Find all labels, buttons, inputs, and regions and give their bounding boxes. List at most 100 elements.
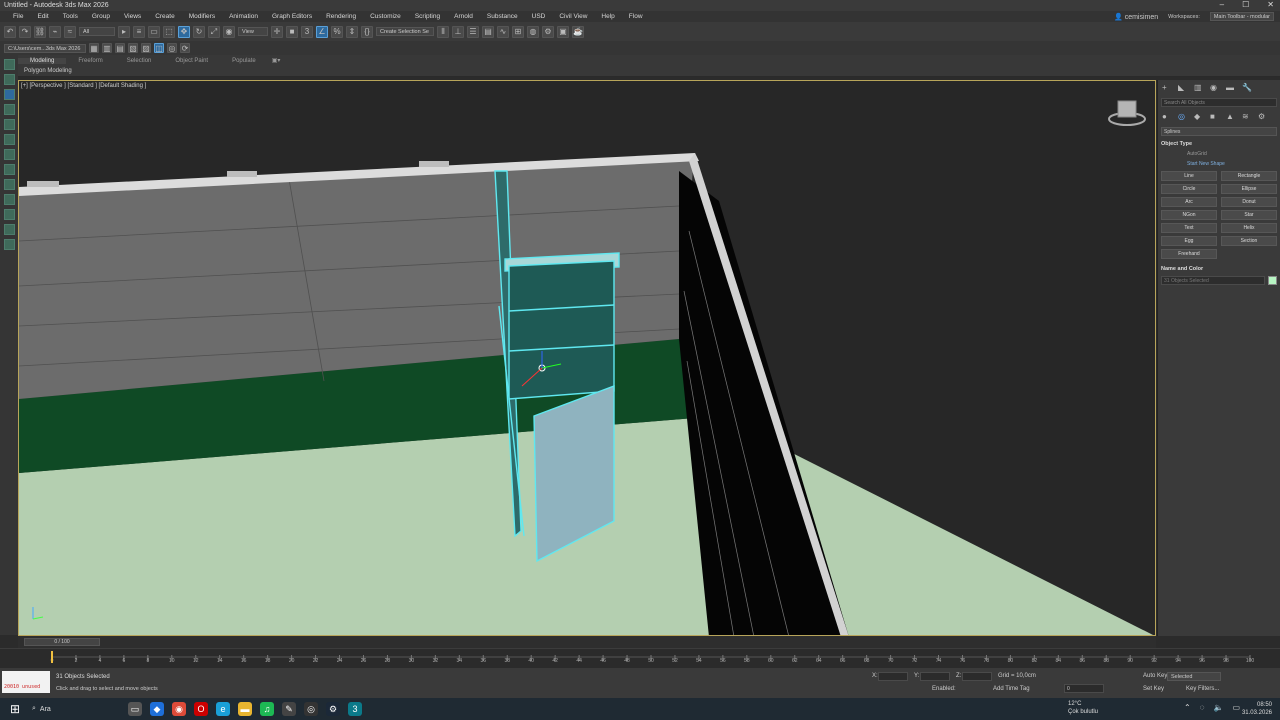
sync-icon[interactable]: ⟳ [180, 43, 190, 53]
autogrid-checkbox[interactable]: AutoGrid [1161, 149, 1277, 159]
snaps-toggle-icon[interactable]: 3 [301, 25, 313, 38]
app-3d-icon[interactable]: ◆ [150, 702, 164, 716]
percent-snap-icon[interactable]: % [331, 25, 343, 38]
layer-explorer-icon[interactable]: ☰ [467, 25, 479, 38]
rect-selection-icon[interactable]: ▭ [148, 25, 160, 38]
menu-edit[interactable]: Edit [30, 13, 55, 20]
menu-views[interactable]: Views [117, 13, 148, 20]
unreal-icon[interactable]: ◎ [304, 702, 318, 716]
material-editor-icon[interactable]: ◍ [527, 25, 539, 38]
category-dropdown[interactable]: Splines [1161, 127, 1277, 136]
time-slider[interactable]: 0 / 100 [18, 636, 1156, 648]
spinner-snap-icon[interactable]: ⇕ [346, 25, 358, 38]
menu-substance[interactable]: Substance [480, 13, 525, 20]
rectangle-button[interactable]: Rectangle [1221, 171, 1277, 181]
motion-tab-icon[interactable]: ◉ [1210, 84, 1218, 92]
utilities-icon[interactable] [3, 134, 15, 145]
shapes-icon[interactable] [3, 164, 15, 175]
render-teapot-icon[interactable]: ☕ [572, 25, 584, 38]
egg-button[interactable]: Egg [1161, 236, 1217, 246]
menu-graph-editors[interactable]: Graph Editors [265, 13, 319, 20]
unlink-icon[interactable]: ⌁ [49, 25, 61, 38]
key-filters-button[interactable]: Key Filters... [1186, 686, 1219, 692]
add-time-tag[interactable]: Add Time Tag [993, 686, 1030, 692]
menu-customize[interactable]: Customize [363, 13, 408, 20]
cameras-category-icon[interactable]: ■ [1210, 113, 1218, 121]
ribbon-panel-title[interactable]: Polygon Modeling [18, 66, 1280, 77]
weather-widget[interactable]: 12°C Çok bulutlu [1068, 700, 1098, 716]
auto-key-button[interactable]: Auto Key [1143, 673, 1167, 679]
chrome-icon[interactable]: ◉ [172, 702, 186, 716]
pivot-center-icon[interactable]: ✛ [271, 25, 283, 38]
tray-chevron-icon[interactable]: ⌃ [1184, 703, 1191, 712]
save-file-icon[interactable]: ▤ [115, 43, 125, 53]
align-icon[interactable]: ⊥ [452, 25, 464, 38]
project-folder-icon[interactable]: ▦ [89, 43, 99, 53]
redo-icon[interactable]: ↷ [19, 25, 31, 38]
text-button[interactable]: Text [1161, 223, 1217, 233]
modify-tab-icon[interactable]: ◣ [1178, 84, 1186, 92]
container-icon[interactable]: ◎ [167, 43, 177, 53]
select-place-icon[interactable]: ◉ [223, 25, 235, 38]
menu-animation[interactable]: Animation [222, 13, 265, 20]
current-frame-field[interactable]: 0 [1064, 684, 1104, 693]
menu-flow[interactable]: Flow [622, 13, 650, 20]
menu-file[interactable]: File [6, 13, 30, 20]
schematic-view-icon[interactable]: ⊞ [512, 25, 524, 38]
edge-icon[interactable]: e [216, 702, 230, 716]
star-button[interactable]: Star [1221, 210, 1277, 220]
close-button[interactable]: ✕ [1267, 0, 1274, 9]
render-setup-icon[interactable]: ⚙ [542, 25, 554, 38]
lights-icon[interactable] [3, 179, 15, 190]
select-rotate-icon[interactable]: ↻ [193, 25, 205, 38]
tab-selection[interactable]: Selection [115, 58, 164, 64]
spacewarps-icon[interactable] [3, 224, 15, 235]
time-slider-handle[interactable]: 0 / 100 [24, 638, 100, 646]
select-move-icon[interactable]: ✥ [178, 25, 190, 38]
manipulate-icon[interactable]: ■ [286, 25, 298, 38]
scene-states-icon[interactable]: ▨ [141, 43, 151, 53]
freehand-button[interactable]: Freehand [1161, 249, 1217, 259]
angle-snap-icon[interactable]: ∠ [316, 25, 328, 38]
selection-filter-dropdown[interactable]: All [79, 27, 115, 36]
display-tab-icon[interactable]: ▬ [1226, 84, 1234, 92]
recent-files-icon[interactable]: ▧ [128, 43, 138, 53]
menu-group[interactable]: Group [85, 13, 117, 20]
window-crossing-icon[interactable]: ⬚ [163, 25, 175, 38]
donut-button[interactable]: Donut [1221, 197, 1277, 207]
spacewarps-category-icon[interactable]: ≋ [1242, 113, 1250, 121]
menu-usd[interactable]: USD [525, 13, 553, 20]
named-selection-set-dropdown[interactable]: Create Selection Se [376, 27, 434, 36]
menu-rendering[interactable]: Rendering [319, 13, 363, 20]
circle-button[interactable]: Circle [1161, 184, 1217, 194]
helix-button[interactable]: Helix [1221, 223, 1277, 233]
bind-spacewarp-icon[interactable]: ≈ [64, 25, 76, 38]
rendered-frame-icon[interactable]: ▣ [557, 25, 569, 38]
volume-icon[interactable]: 🔈 [1213, 703, 1223, 712]
section-button[interactable]: Section [1221, 236, 1277, 246]
tab-populate[interactable]: Populate [220, 58, 268, 64]
user-account[interactable]: 👤 cemisimen [1114, 13, 1158, 21]
reference-coord-dropdown[interactable]: View [238, 27, 268, 36]
y-coordinate-field[interactable] [920, 672, 950, 681]
create-tab-icon[interactable]: + [1162, 84, 1170, 92]
ellipse-button[interactable]: Ellipse [1221, 184, 1277, 194]
key-selection-dropdown[interactable]: Selected [1167, 672, 1221, 681]
modify-objects-icon[interactable] [3, 74, 15, 85]
spotify-icon[interactable]: ♫ [260, 702, 274, 716]
menu-civil-view[interactable]: Civil View [552, 13, 594, 20]
minimize-button[interactable]: – [1220, 0, 1224, 9]
utilities-tab-icon[interactable]: 🔧 [1242, 84, 1252, 92]
name-color-title[interactable]: Name and Color [1161, 265, 1277, 274]
edit-named-sets-icon[interactable]: {} [361, 25, 373, 38]
search-objects-input[interactable]: Search All Objects [1161, 98, 1277, 107]
set-key-button[interactable]: Set Key [1143, 686, 1164, 692]
battery-icon[interactable]: ▭ [1232, 703, 1240, 712]
scene-explorer-icon[interactable]: ▤ [482, 25, 494, 38]
maximize-button[interactable]: ☐ [1242, 0, 1249, 9]
ngon-button[interactable]: NGon [1161, 210, 1217, 220]
tab-freeform[interactable]: Freeform [66, 58, 114, 64]
curve-editor-icon[interactable]: ∿ [497, 25, 509, 38]
select-by-name-icon[interactable]: ≡ [133, 25, 145, 38]
menu-tools[interactable]: Tools [56, 13, 85, 20]
